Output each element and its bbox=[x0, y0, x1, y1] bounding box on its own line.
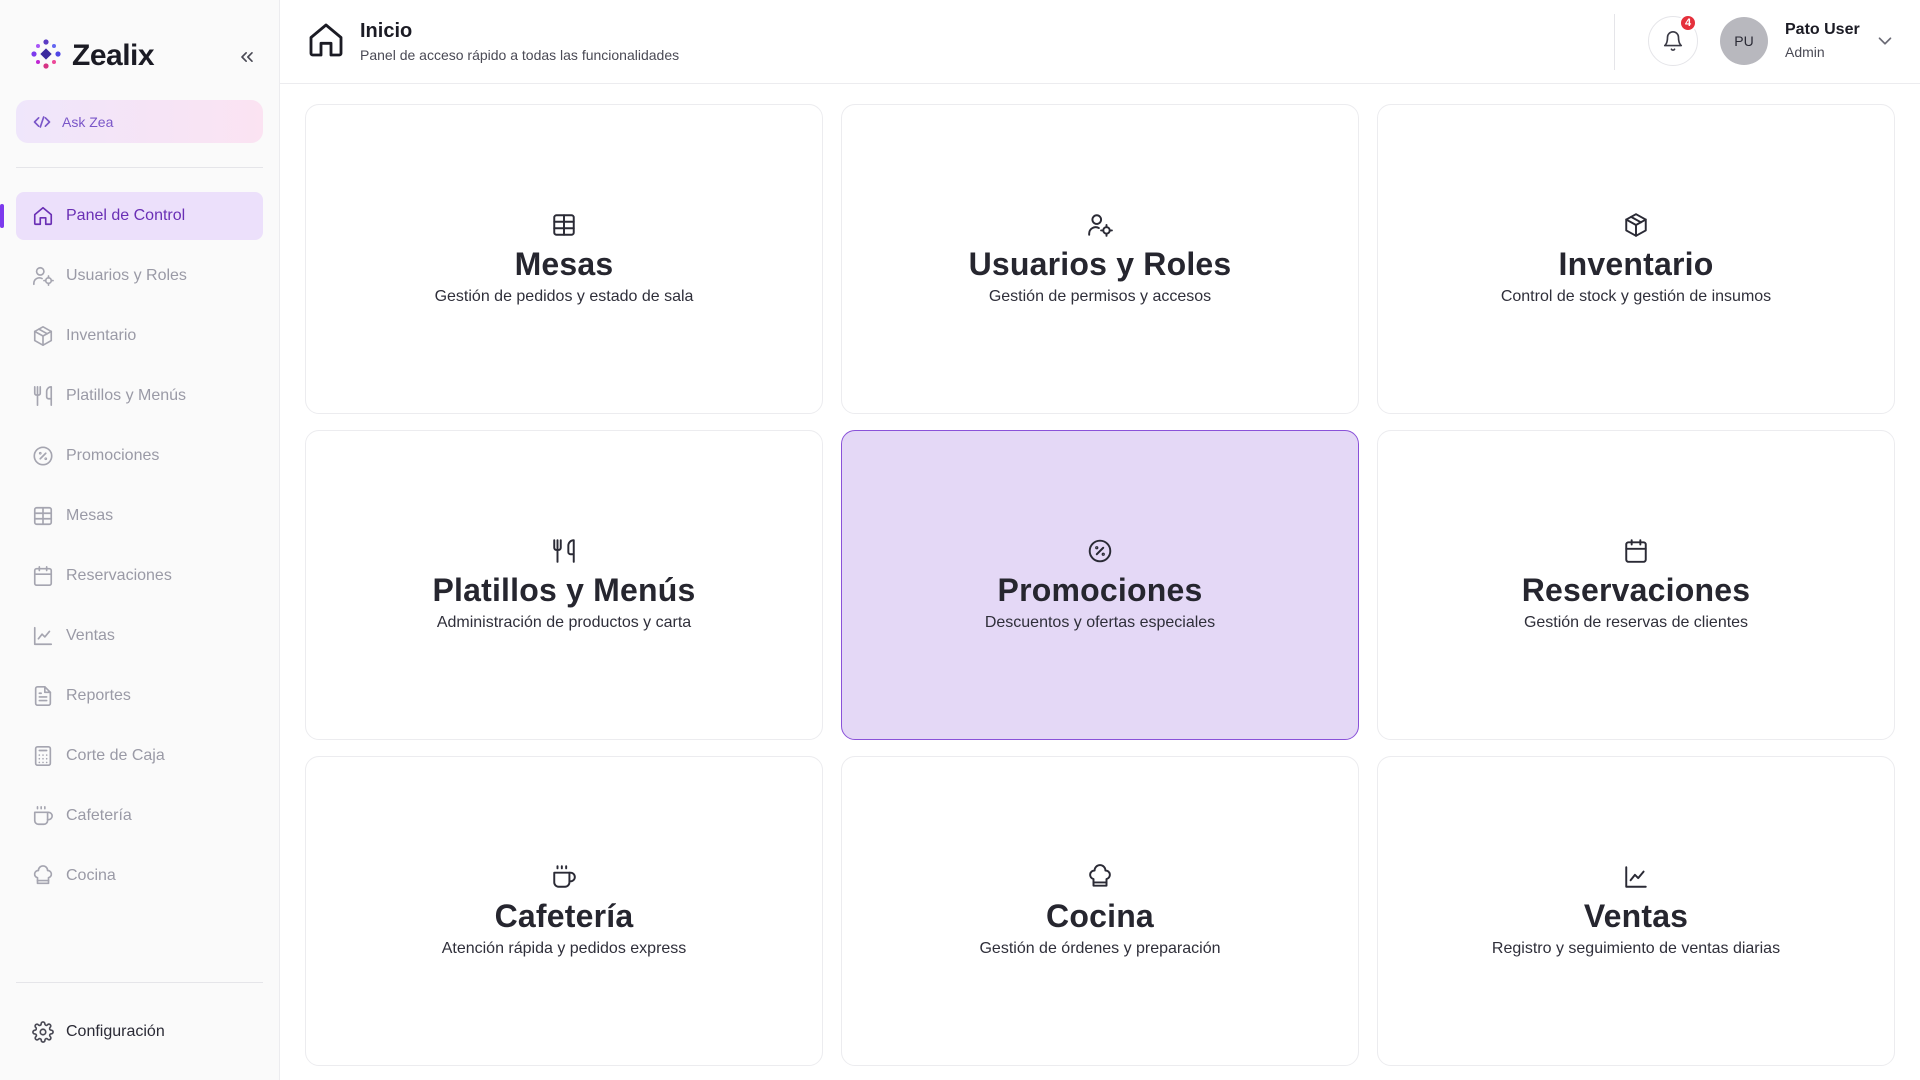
sidebar-item-configuracion[interactable]: Configuración bbox=[16, 1008, 263, 1056]
sidebar-item-label: Promociones bbox=[66, 447, 160, 464]
sidebar-item-mesas[interactable]: Mesas bbox=[16, 492, 263, 540]
sidebar-item-label: Reservaciones bbox=[66, 567, 172, 584]
user-cog-icon bbox=[1088, 214, 1113, 237]
calendar-icon bbox=[1625, 539, 1647, 563]
table-icon bbox=[33, 506, 53, 526]
top-header: Inicio Panel de acceso rápido a todas la… bbox=[280, 0, 1920, 84]
sidebar-item-label: Ventas bbox=[66, 627, 115, 644]
table-icon bbox=[553, 214, 575, 236]
line-chart-icon bbox=[33, 626, 53, 646]
card-inventario[interactable]: Inventario Control de stock y gestión de… bbox=[1377, 104, 1895, 414]
ask-zea-label: Ask Zea bbox=[62, 113, 114, 130]
card-title: Reservaciones bbox=[1521, 572, 1751, 608]
sidebar-item-inventario[interactable]: Inventario bbox=[16, 312, 263, 360]
card-description: Administración de productos y carta bbox=[436, 614, 692, 631]
card-mesas[interactable]: Mesas Gestión de pedidos y estado de sal… bbox=[305, 104, 823, 414]
user-cog-icon bbox=[33, 266, 54, 286]
card-description: Gestión de permisos y accesos bbox=[988, 288, 1212, 305]
sidebar: Zealix Ask Zea Panel de Control Usuarios… bbox=[0, 0, 280, 1080]
calculator-icon bbox=[34, 746, 52, 766]
page-subtitle: Panel de acceso rápido a todas las funci… bbox=[360, 47, 680, 63]
bell-icon bbox=[1663, 31, 1683, 52]
sidebar-item-promociones[interactable]: Promociones bbox=[16, 432, 263, 480]
ask-zea-button[interactable]: Ask Zea bbox=[16, 100, 263, 143]
card-description: Gestión de reservas de clientes bbox=[1523, 614, 1749, 631]
package-icon bbox=[1625, 213, 1647, 237]
code-link-icon bbox=[33, 115, 51, 128]
card-title: Platillos y Menús bbox=[432, 572, 696, 608]
card-title: Usuarios y Roles bbox=[968, 246, 1232, 282]
home-icon bbox=[33, 206, 53, 226]
home-icon bbox=[309, 23, 343, 57]
sidebar-item-cafeteria[interactable]: Cafetería bbox=[16, 792, 263, 840]
sidebar-item-reservaciones[interactable]: Reservaciones bbox=[16, 552, 263, 600]
card-title: Mesas bbox=[514, 246, 614, 282]
collapse-sidebar-button[interactable] bbox=[232, 42, 262, 72]
file-text-icon bbox=[34, 686, 52, 706]
gear-icon bbox=[32, 1021, 54, 1043]
divider bbox=[1614, 14, 1615, 70]
card-promociones[interactable]: Promociones Descuentos y ofertas especia… bbox=[841, 430, 1359, 740]
card-platillos-y-menus[interactable]: Platillos y Menús Administración de prod… bbox=[305, 430, 823, 740]
coffee-icon bbox=[33, 806, 53, 826]
coffee-icon bbox=[553, 865, 576, 888]
notification-count-badge: 4 bbox=[1679, 14, 1697, 32]
page-title: Inicio bbox=[360, 20, 413, 42]
divider bbox=[16, 167, 263, 168]
utensils-icon bbox=[33, 386, 53, 406]
card-title: Ventas bbox=[1583, 898, 1689, 934]
sidebar-item-label: Cafetería bbox=[66, 807, 132, 824]
calendar-icon bbox=[33, 566, 53, 586]
card-description: Gestión de pedidos y estado de sala bbox=[434, 288, 694, 305]
card-title: Cocina bbox=[1046, 898, 1154, 934]
sidebar-item-label: Inventario bbox=[66, 327, 137, 344]
sidebar-item-label: Platillos y Menús bbox=[66, 387, 187, 404]
sidebar-item-label: Cocina bbox=[66, 867, 116, 884]
card-cafeteria[interactable]: Cafetería Atención rápida y pedidos expr… bbox=[305, 756, 823, 1066]
sidebar-item-label: Usuarios y Roles bbox=[66, 267, 187, 284]
card-reservaciones[interactable]: Reservaciones Gestión de reservas de cli… bbox=[1377, 430, 1895, 740]
chevron-down-icon[interactable] bbox=[1874, 30, 1896, 52]
user-role: Admin bbox=[1785, 44, 1825, 60]
sidebar-item-panel-de-control[interactable]: Panel de Control bbox=[0, 192, 263, 240]
chef-hat-icon bbox=[33, 865, 53, 885]
card-description: Registro y seguimiento de ventas diarias bbox=[1491, 940, 1781, 957]
card-description: Gestión de órdenes y preparación bbox=[979, 940, 1221, 957]
sidebar-item-label: Corte de Caja bbox=[66, 747, 165, 764]
badge-percent-icon bbox=[1088, 539, 1112, 563]
avatar[interactable]: PU bbox=[1720, 17, 1768, 65]
sidebar-item-label: Reportes bbox=[66, 687, 131, 704]
card-ventas[interactable]: Ventas Registro y seguimiento de ventas … bbox=[1377, 756, 1895, 1066]
card-description: Descuentos y ofertas especiales bbox=[984, 614, 1216, 631]
sidebar-item-usuarios-y-roles[interactable]: Usuarios y Roles bbox=[16, 252, 263, 300]
zealix-logo-icon bbox=[28, 36, 64, 77]
divider bbox=[16, 982, 263, 983]
chevrons-left-icon bbox=[241, 52, 253, 63]
line-chart-icon bbox=[1625, 866, 1647, 888]
sidebar-item-label: Panel de Control bbox=[66, 207, 186, 224]
sidebar-item-reportes[interactable]: Reportes bbox=[16, 672, 263, 720]
brand-name: Zealix bbox=[72, 39, 155, 72]
card-usuarios-y-roles[interactable]: Usuarios y Roles Gestión de permisos y a… bbox=[841, 104, 1359, 414]
chef-hat-icon bbox=[1089, 864, 1111, 887]
sidebar-nav: Panel de Control Usuarios y Roles Invent… bbox=[0, 192, 263, 912]
card-title: Promociones bbox=[997, 572, 1203, 608]
sidebar-item-platillos-y-menus[interactable]: Platillos y Menús bbox=[16, 372, 263, 420]
quick-access-grid: Mesas Gestión de pedidos y estado de sal… bbox=[305, 104, 1895, 1066]
badge-percent-icon bbox=[33, 446, 53, 466]
card-title: Cafetería bbox=[494, 898, 634, 934]
sidebar-item-label: Mesas bbox=[66, 507, 114, 524]
user-name: Pato User bbox=[1785, 21, 1860, 38]
sidebar-item-cocina[interactable]: Cocina bbox=[16, 852, 263, 900]
card-cocina[interactable]: Cocina Gestión de órdenes y preparación bbox=[841, 756, 1359, 1066]
sidebar-item-ventas[interactable]: Ventas bbox=[16, 612, 263, 660]
card-title: Inventario bbox=[1558, 246, 1714, 282]
sidebar-item-label: Configuración bbox=[66, 1023, 165, 1040]
package-icon bbox=[33, 326, 53, 346]
card-description: Control de stock y gestión de insumos bbox=[1500, 288, 1772, 305]
utensils-icon bbox=[553, 539, 575, 563]
brand[interactable]: Zealix bbox=[28, 36, 155, 77]
sidebar-item-corte-de-caja[interactable]: Corte de Caja bbox=[16, 732, 263, 780]
card-description: Atención rápida y pedidos express bbox=[441, 940, 687, 957]
